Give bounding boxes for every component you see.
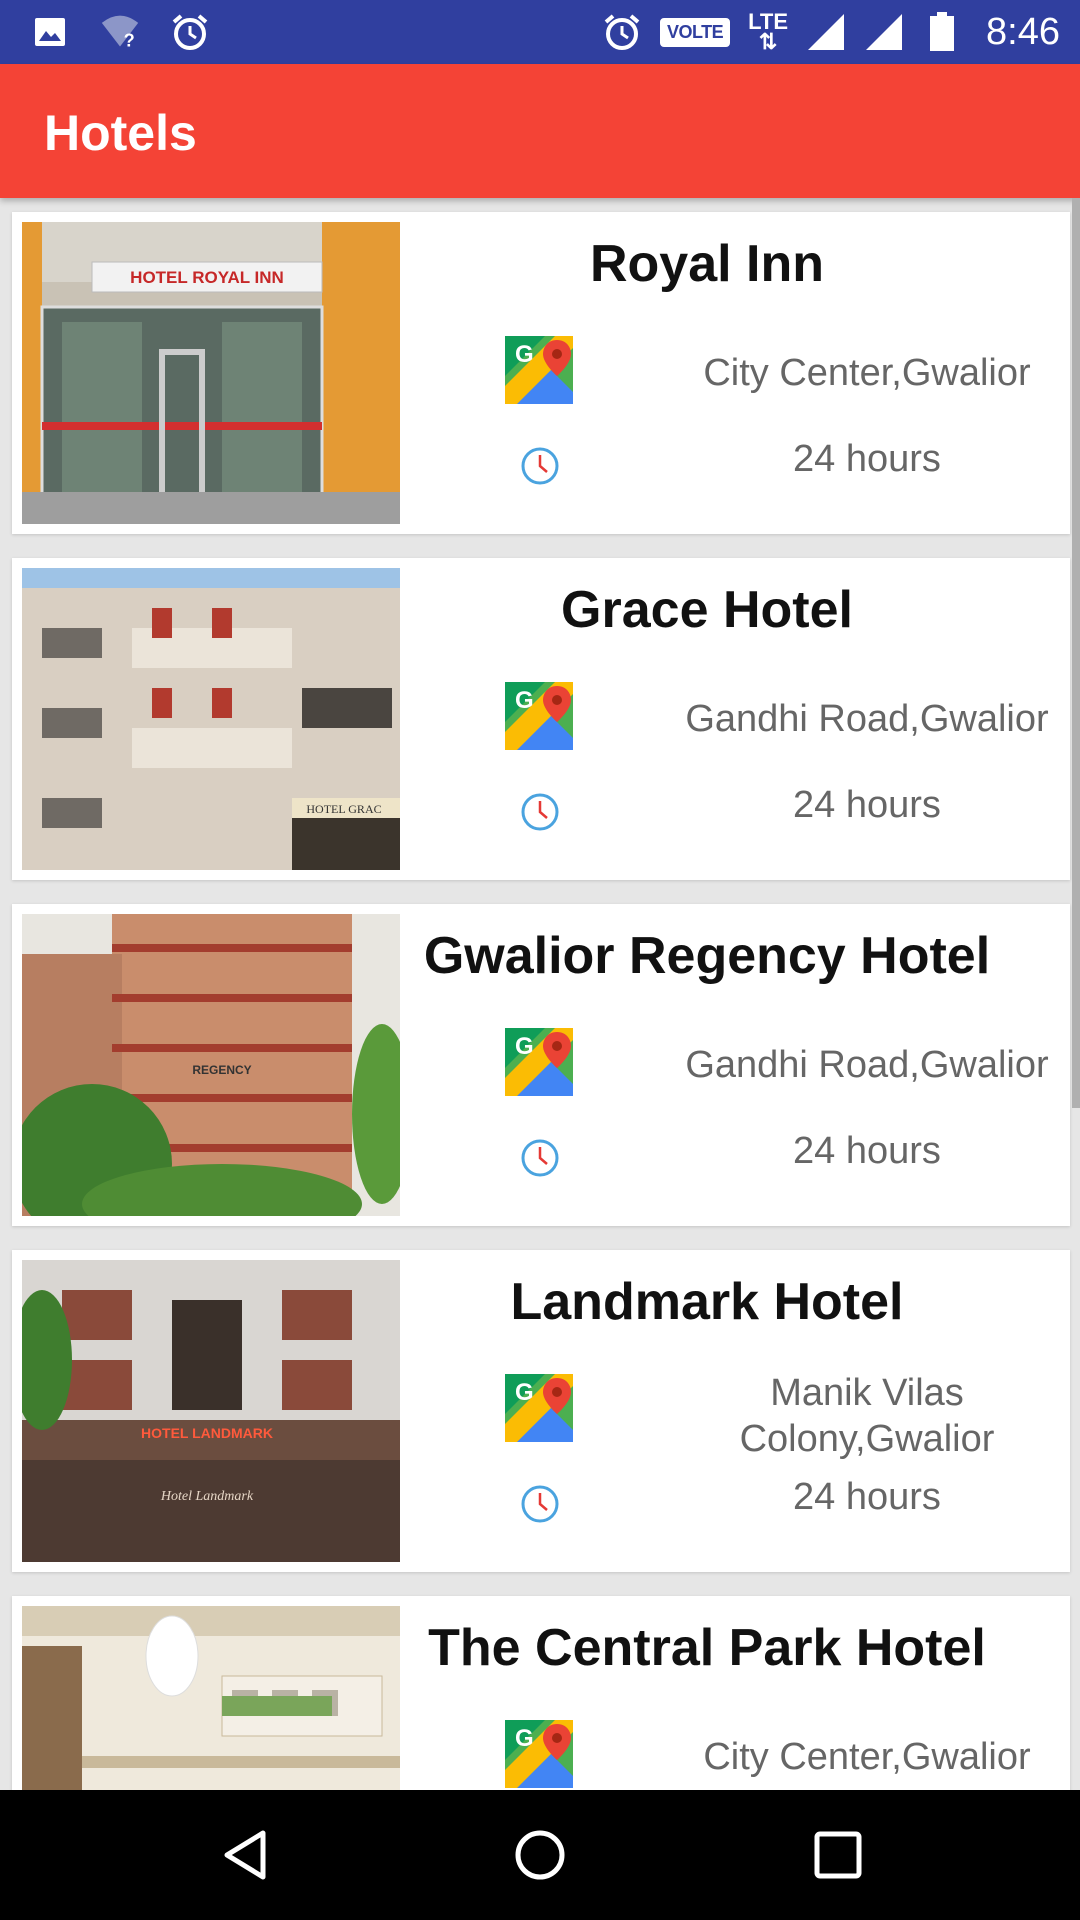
hotel-name: Grace Hotel: [561, 581, 853, 639]
hotel-name: Gwalior Regency Hotel: [423, 927, 991, 985]
back-triangle-icon[interactable]: [215, 1825, 275, 1885]
wifi-unknown-icon: ?: [100, 12, 140, 52]
hotel-name: Royal Inn: [589, 235, 825, 293]
hotel-hours: 24 hours: [793, 784, 941, 826]
hotel-card[interactable]: REGENCY Gwalior Regency Hotel G Gandhi R…: [12, 904, 1070, 1226]
hotel-hours: 24 hours: [793, 1130, 941, 1172]
google-maps-icon[interactable]: G: [505, 1720, 573, 1788]
image-notification-icon: [30, 12, 70, 52]
clock-icon: [521, 1139, 559, 1177]
clock-time: 8:46: [986, 10, 1060, 53]
hotel-name: Landmark Hotel: [510, 1273, 904, 1331]
alarm-icon: [602, 12, 642, 52]
scrollbar[interactable]: [1072, 198, 1080, 1108]
hotel-card[interactable]: HOTEL ROYAL INN Royal Inn G City Center,…: [12, 212, 1070, 534]
google-maps-icon[interactable]: G: [505, 1374, 573, 1442]
hotel-photo: [22, 1606, 400, 1790]
clock-icon: [521, 793, 559, 831]
hotel-photo: REGENCY: [22, 914, 400, 1216]
photo-sign: HOTEL GRAC: [306, 802, 381, 816]
hotel-photo: HOTEL LANDMARK Hotel Landmark: [22, 1260, 400, 1562]
google-maps-icon[interactable]: G: [505, 1028, 573, 1096]
hotel-hours: 24 hours: [793, 1476, 941, 1518]
hotel-address: City Center,Gwalior: [703, 352, 1031, 394]
hotel-hours: 24 hours: [793, 438, 941, 480]
svg-text:G: G: [515, 341, 534, 368]
photo-sign: HOTEL LANDMARK: [141, 1425, 273, 1441]
hotel-address: Gandhi Road,Gwalior: [685, 698, 1049, 740]
hotel-card[interactable]: HOTEL LANDMARK Hotel Landmark Landmark H…: [12, 1250, 1070, 1572]
alarm-icon: [170, 12, 210, 52]
hotel-address: Manik Vilas Colony,Gwalior: [739, 1372, 995, 1460]
hotel-photo: HOTEL ROYAL INN: [22, 222, 400, 524]
page-title: Hotels: [44, 105, 197, 161]
lte-indicator: LTE ⇅: [748, 9, 789, 54]
recents-square-icon[interactable]: [808, 1825, 868, 1885]
app-bar: Hotels: [0, 64, 1080, 198]
hotel-name: The Central Park Hotel: [428, 1619, 986, 1677]
svg-text:G: G: [515, 1379, 534, 1406]
battery-icon: [922, 12, 962, 52]
photo-sign: REGENCY: [192, 1063, 251, 1077]
hotel-list[interactable]: HOTEL ROYAL INN Royal Inn G City Center,…: [0, 198, 1080, 1790]
clock-icon: [521, 447, 559, 485]
home-circle-icon[interactable]: [510, 1825, 570, 1885]
hotel-photo: HOTEL GRAC: [22, 568, 400, 870]
signal-icon: [806, 12, 846, 52]
signal-icon: [864, 12, 904, 52]
hotel-address: City Center,Gwalior: [703, 1736, 1031, 1778]
hotel-card[interactable]: The Central Park Hotel G City Center,Gwa…: [12, 1596, 1070, 1790]
svg-text:G: G: [515, 687, 534, 714]
svg-text:G: G: [515, 1725, 534, 1752]
svg-text:Hotel Landmark: Hotel Landmark: [160, 1489, 254, 1504]
svg-text:?: ?: [124, 31, 135, 51]
navigation-bar: [0, 1790, 1080, 1920]
volte-badge: VOLTE: [659, 17, 731, 47]
photo-sign: HOTEL ROYAL INN: [130, 268, 284, 287]
status-bar: ? VOLTE LTE ⇅ 8:46: [0, 0, 1080, 64]
clock-icon: [521, 1485, 559, 1523]
hotel-address: Gandhi Road,Gwalior: [685, 1044, 1049, 1086]
google-maps-icon[interactable]: G: [505, 336, 573, 404]
svg-text:G: G: [515, 1033, 534, 1060]
google-maps-icon[interactable]: G: [505, 682, 573, 750]
hotel-card[interactable]: HOTEL GRAC Grace Hotel G Gandhi Road,Gwa…: [12, 558, 1070, 880]
